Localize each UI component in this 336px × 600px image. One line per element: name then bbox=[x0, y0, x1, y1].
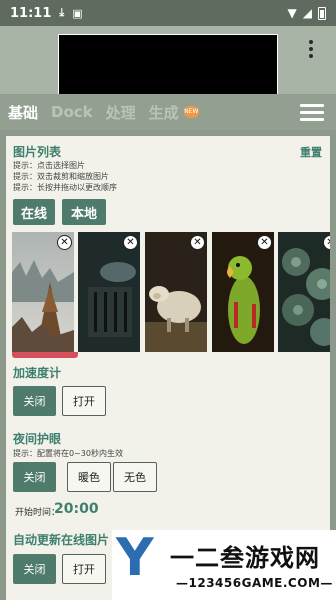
accelerometer-on-button[interactable]: 打开 bbox=[62, 386, 106, 416]
watermark-title: 一二叁游戏网 bbox=[170, 544, 320, 572]
image-thumb-gate[interactable]: ✕ bbox=[78, 232, 140, 352]
hint-text: 提示：点击选择图片 bbox=[13, 161, 85, 170]
battery-icon bbox=[318, 6, 326, 20]
status-time: 11:11 bbox=[10, 5, 52, 21]
night-mode-title: 夜间护眼 bbox=[13, 432, 62, 446]
wallpaper-preview[interactable] bbox=[58, 34, 278, 94]
tab-generate[interactable]: 生成 bbox=[149, 102, 179, 123]
image-gallery[interactable]: ✕ ✕ ✕ ✕ bbox=[6, 232, 330, 352]
tab-dock[interactable]: Dock bbox=[51, 103, 93, 121]
gate-image bbox=[78, 232, 140, 352]
tab-bar: 基础 Dock 处理 生成 NEW bbox=[0, 94, 336, 130]
auto-update-title: 自动更新在线图片 bbox=[13, 533, 110, 547]
night-mode-none-button[interactable]: 无色 bbox=[113, 462, 157, 492]
menu-icon[interactable] bbox=[300, 104, 324, 121]
watermark-subtitle: —123456GAME.COM— bbox=[176, 576, 333, 590]
succulent-image bbox=[278, 232, 330, 352]
reset-button[interactable]: 重置 bbox=[300, 144, 322, 160]
parrot-image bbox=[212, 232, 274, 352]
new-badge: NEW bbox=[183, 106, 199, 118]
online-button[interactable]: 在线 bbox=[13, 199, 55, 225]
photo-icon: ▣ bbox=[72, 6, 83, 20]
selected-indicator bbox=[12, 352, 78, 358]
accelerometer-off-button[interactable]: 关闭 bbox=[13, 386, 56, 416]
auto-update-off-button[interactable]: 关闭 bbox=[13, 554, 56, 584]
close-icon[interactable]: ✕ bbox=[57, 235, 72, 250]
night-mode-off-button[interactable]: 关闭 bbox=[13, 462, 56, 492]
more-options-icon[interactable] bbox=[307, 40, 315, 58]
close-icon[interactable]: ✕ bbox=[123, 235, 138, 250]
sheep-image bbox=[145, 232, 207, 352]
watermark-logo: Y bbox=[116, 528, 154, 588]
hint-text: 提示：长按并拖动以更改顺序 bbox=[13, 183, 117, 192]
status-bar: 11:11 ⤓ ▣ ▼ ◢ bbox=[0, 0, 336, 26]
close-icon[interactable]: ✕ bbox=[257, 235, 272, 250]
image-thumb-forest[interactable]: ✕ bbox=[12, 232, 74, 352]
watermark: Y 一二叁游戏网 —123456GAME.COM— bbox=[112, 530, 336, 600]
night-mode-hint: 提示：配置将在0~30秒内生效 bbox=[13, 449, 123, 458]
image-thumb-succulent[interactable]: ✕ bbox=[278, 232, 330, 352]
image-list-title: 图片列表 bbox=[13, 145, 62, 159]
local-button[interactable]: 本地 bbox=[62, 199, 106, 225]
hint-text: 提示：双击裁剪和缩放图片 bbox=[13, 172, 109, 181]
tab-process[interactable]: 处理 bbox=[106, 102, 136, 123]
auto-update-on-button[interactable]: 打开 bbox=[62, 554, 106, 584]
download-icon: ⤓ bbox=[59, 6, 65, 19]
wifi-icon: ▼ bbox=[287, 6, 297, 20]
night-mode-warm-button[interactable]: 暖色 bbox=[67, 462, 111, 492]
accelerometer-title: 加速度计 bbox=[13, 366, 62, 380]
start-time-value[interactable]: 20:00 bbox=[54, 501, 99, 517]
signal-icon: ◢ bbox=[302, 6, 312, 20]
close-icon[interactable]: ✕ bbox=[190, 235, 205, 250]
image-thumb-parrot[interactable]: ✕ bbox=[212, 232, 274, 352]
tab-basic[interactable]: 基础 bbox=[8, 102, 38, 123]
forest-image bbox=[12, 232, 74, 352]
image-thumb-sheep[interactable]: ✕ bbox=[145, 232, 207, 352]
